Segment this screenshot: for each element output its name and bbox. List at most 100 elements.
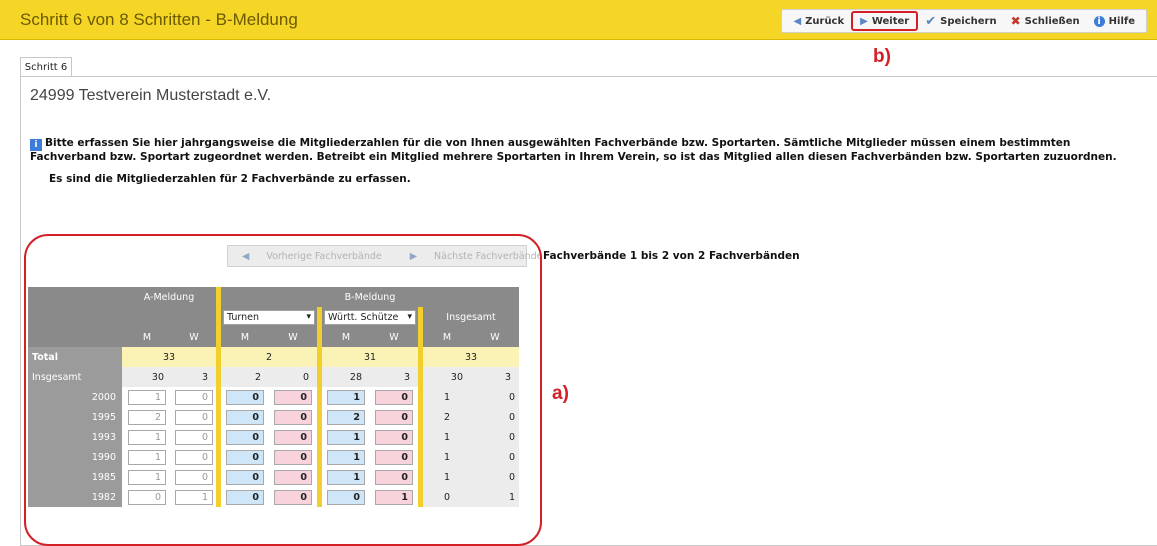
insgesamt-value: 0 xyxy=(269,367,317,387)
turnen-m-input[interactable]: 0 xyxy=(226,389,264,405)
a-meldung-m-input[interactable]: 1 xyxy=(128,429,166,445)
member-grid: A-Meldung B-Meldung Turnen ▾ Württ. Schüt… xyxy=(28,287,519,507)
total-sum: 33 xyxy=(423,347,519,367)
a-meldung-w-input[interactable]: 0 xyxy=(175,469,213,485)
turnen-w-input[interactable]: 0 xyxy=(274,409,312,425)
fachverband-select-1[interactable]: Turnen ▾ xyxy=(223,309,315,325)
a-meldung-m-input[interactable]: 0 xyxy=(128,489,166,505)
toolbar: ◀ Zurück ▶ Weiter ✔ Speichern ✖ Schließe… xyxy=(781,9,1147,33)
turnen-m-input[interactable]: 0 xyxy=(226,449,264,465)
a-meldung-w-input[interactable]: 1 xyxy=(175,489,213,505)
schuetzen-w-input[interactable]: 0 xyxy=(375,429,413,445)
a-meldung-w-input[interactable]: 0 xyxy=(175,409,213,425)
insgesamt-w-value: 0 xyxy=(471,447,519,467)
total-row: Total 33 2 31 33 xyxy=(28,347,519,367)
insgesamt-value: 3 xyxy=(471,367,519,387)
insgesamt-m-value: 1 xyxy=(423,427,471,447)
a-meldung-m-input[interactable]: 2 xyxy=(128,409,166,425)
turnen-w-input[interactable]: 0 xyxy=(274,489,312,505)
schuetzen-w-input[interactable]: 0 xyxy=(375,449,413,465)
checkmark-icon: ✔ xyxy=(925,13,937,29)
annotation-a: a) xyxy=(552,383,569,404)
header-row-groups: A-Meldung B-Meldung xyxy=(28,287,519,307)
schuetzen-m-input[interactable]: 2 xyxy=(327,409,365,425)
info-icon: i xyxy=(1093,15,1105,27)
insgesamt-m-value: 0 xyxy=(423,487,471,507)
year-label: 2000 xyxy=(28,387,122,407)
turnen-w-input[interactable]: 0 xyxy=(274,449,312,465)
turnen-m-input[interactable]: 0 xyxy=(226,429,264,445)
close-circle-icon: ✖ xyxy=(1010,14,1021,28)
schuetzen-m-input[interactable]: 1 xyxy=(327,469,365,485)
insgesamt-value: 3 xyxy=(172,367,216,387)
schuetzen-m-input[interactable]: 0 xyxy=(327,489,365,505)
schuetzen-w-input[interactable]: 0 xyxy=(375,409,413,425)
select-1-value: Turnen xyxy=(227,311,260,323)
fachverband-select-2[interactable]: Württ. Schütze ▾ xyxy=(324,309,416,325)
insgesamt-header: Insgesamt xyxy=(423,307,519,327)
schuetzen-w-input[interactable]: 0 xyxy=(375,469,413,485)
schuetzen-w-input[interactable]: 1 xyxy=(375,489,413,505)
turnen-w-input[interactable]: 0 xyxy=(274,389,312,405)
prev-fachverbaende-button[interactable]: ◀ Vorherige Fachverbände xyxy=(228,251,396,262)
schuetzen-w-input[interactable]: 0 xyxy=(375,389,413,405)
year-label: 1990 xyxy=(28,447,122,467)
col-m: M xyxy=(322,327,370,347)
turnen-m-input[interactable]: 0 xyxy=(226,469,264,485)
schuetzen-m-input[interactable]: 1 xyxy=(327,389,365,405)
save-label: Speichern xyxy=(940,15,997,27)
info-paragraph: i Bitte erfassen Sie hier jahrgangsweise … xyxy=(30,137,1145,163)
insgesamt-value: 30 xyxy=(122,367,172,387)
insgesamt-m-value: 2 xyxy=(423,407,471,427)
info-box: i Bitte erfassen Sie hier jahrgangsweise … xyxy=(30,137,1145,185)
help-label: Hilfe xyxy=(1108,15,1135,27)
triangle-left-icon: ◀ xyxy=(793,15,802,27)
club-name: 24999 Testverein Musterstadt e.V. xyxy=(30,87,272,104)
year-row: 1990 1 0 0 0 1 0 1 0 xyxy=(28,447,519,467)
header-row-selects: Turnen ▾ Württ. Schütze ▾ Insgesamt xyxy=(28,307,519,327)
schuetzen-m-input[interactable]: 1 xyxy=(327,449,365,465)
back-button[interactable]: ◀ Zurück xyxy=(786,11,851,31)
turnen-w-input[interactable]: 0 xyxy=(274,429,312,445)
triangle-right-icon: ▶ xyxy=(409,250,418,262)
a-meldung-m-input[interactable]: 1 xyxy=(128,469,166,485)
triangle-right-icon: ▶ xyxy=(860,15,868,27)
schuetzen-m-input[interactable]: 1 xyxy=(327,429,365,445)
total-turnen: 2 xyxy=(221,347,317,367)
year-rows: 2000 1 0 0 0 1 0 1 0 1995 2 0 0 0 2 0 2 0 1993 1 0 0 0 1 0 1 0 1990… xyxy=(28,387,519,507)
insgesamt-row: Insgesamt 30 3 2 0 28 3 30 3 xyxy=(28,367,519,387)
a-meldung-w-input[interactable]: 0 xyxy=(175,389,213,405)
next-button[interactable]: ▶ Weiter xyxy=(851,11,919,31)
help-button[interactable]: i Hilfe xyxy=(1087,11,1142,31)
close-button[interactable]: ✖ Schließen xyxy=(1004,11,1087,31)
turnen-w-input[interactable]: 0 xyxy=(274,469,312,485)
prev-label: Vorherige Fachverbände xyxy=(266,250,382,262)
save-button[interactable]: ✔ Speichern xyxy=(918,11,1003,31)
total-label: Total xyxy=(28,347,122,367)
next-label: Weiter xyxy=(871,15,910,27)
chevron-down-icon: ▾ xyxy=(306,311,311,322)
total-schuetzen: 31 xyxy=(322,347,418,367)
year-row: 2000 1 0 0 0 1 0 1 0 xyxy=(28,387,519,407)
col-w: W xyxy=(471,327,519,347)
a-meldung-w-input[interactable]: 0 xyxy=(175,449,213,465)
a-meldung-m-input[interactable]: 1 xyxy=(128,449,166,465)
year-label: 1995 xyxy=(28,407,122,427)
a-meldung-m-input[interactable]: 1 xyxy=(128,389,166,405)
insgesamt-value: 2 xyxy=(221,367,269,387)
select-2-value: Württ. Schütze xyxy=(328,311,399,323)
a-meldung-w-input[interactable]: 0 xyxy=(175,429,213,445)
group-b-meldung: B-Meldung xyxy=(221,287,519,307)
tab-schritt-6[interactable]: Schritt 6 xyxy=(20,57,72,77)
turnen-m-input[interactable]: 0 xyxy=(226,489,264,505)
total-a: 33 xyxy=(122,347,216,367)
close-label: Schließen xyxy=(1024,15,1080,27)
turnen-m-input[interactable]: 0 xyxy=(226,409,264,425)
year-label: 1985 xyxy=(28,467,122,487)
title-bar: Schritt 6 von 8 Schritten - B-Meldung ◀ … xyxy=(0,0,1157,40)
page-title: Schritt 6 von 8 Schritten - B-Meldung xyxy=(20,10,298,29)
pager-status: Fachverbände 1 bis 2 von 2 Fachverbänden xyxy=(543,250,800,262)
year-label: 1982 xyxy=(28,487,122,507)
year-row: 1985 1 0 0 0 1 0 1 0 xyxy=(28,467,519,487)
next-fachverbaende-button[interactable]: ▶ Nächste Fachverbände xyxy=(396,251,557,262)
